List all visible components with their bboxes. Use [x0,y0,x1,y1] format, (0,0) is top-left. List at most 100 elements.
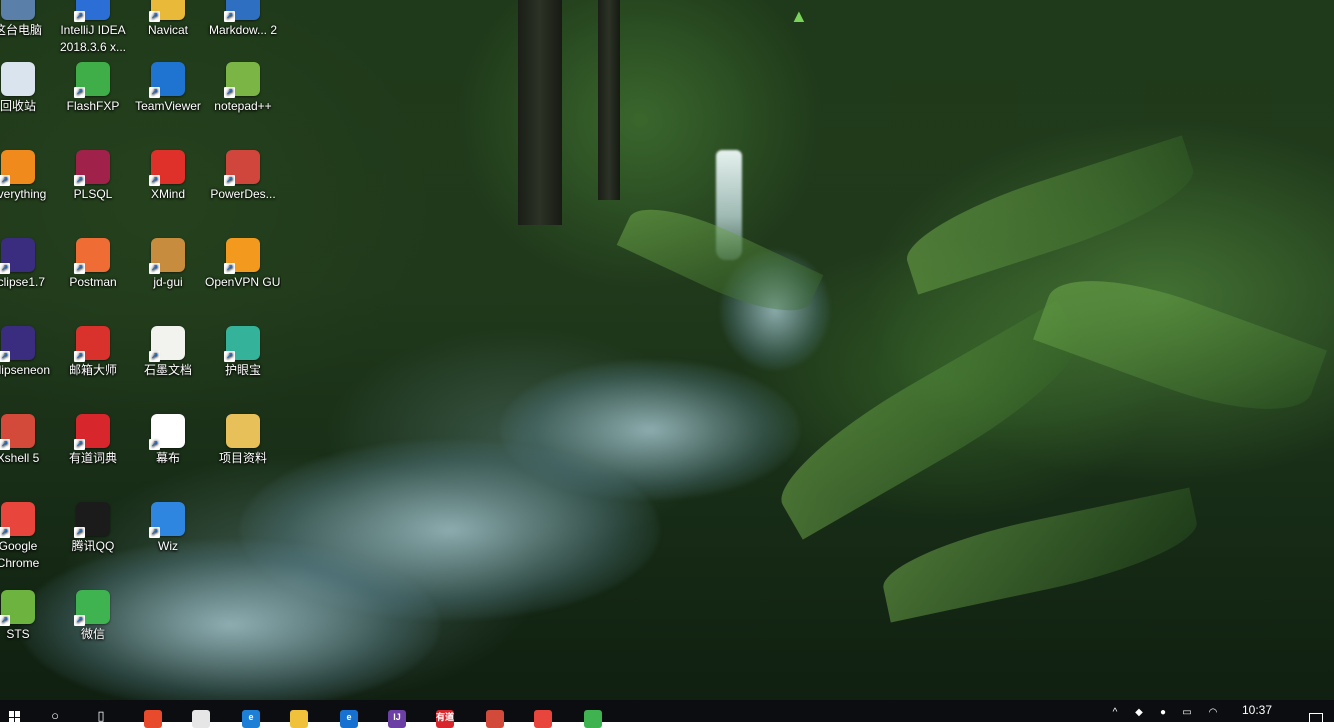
dropbox-icon[interactable]: ◆ [1130,700,1148,722]
action-center-icon[interactable] [1306,700,1326,722]
shortcut-arrow-icon: ↗ [0,175,10,186]
start-button[interactable] [2,702,28,723]
desktop-shortcut[interactable]: ↗ notepad++ [205,62,281,115]
desktop-shortcut[interactable]: ↗ 有道词典 [55,414,131,467]
edge-icon: e [340,710,358,728]
shortcut-arrow-icon: ↗ [74,527,85,538]
desktop-shortcut[interactable]: ↗ Xshell 5 [0,414,56,467]
everything-icon: ↗ [0,150,35,186]
taskbar-app-button[interactable]: ▯ [88,702,114,722]
wechat-icon [584,710,602,728]
desktop-shortcut-label: IntelliJ IDEA 2018.3.6 x... [59,23,127,54]
desktop-shortcut[interactable]: ↗ PowerDes... [205,150,281,203]
desktop-shortcut[interactable]: ↗ 腾讯QQ [55,502,131,555]
desktop-shortcut-label: 微信 [80,627,105,641]
taskbar-app-button[interactable] [140,702,166,728]
shortcut-arrow-icon: ↗ [149,351,160,362]
taskbar-app-button[interactable] [482,702,508,728]
chevron-up-icon[interactable]: ^ [1106,700,1124,722]
shortcut-arrow-icon: ↗ [149,263,160,274]
desktop-shortcut[interactable]: ↗ 护眼宝 [205,326,281,379]
shortcut-arrow-icon: ↗ [0,263,10,274]
taskbar: ○ ▯ e e IJ 有道 ^ ◆ ● ▭ ◠ 10:37 [0,700,1334,728]
taskbar-app-button[interactable]: e [238,702,264,728]
desktop-shortcut-label: Xshell 5 [0,451,40,465]
taskbar-app-button[interactable]: e [336,702,362,728]
task-view-icon: ▯ [97,708,105,723]
desktop-shortcut[interactable]: ↗ IntelliJ IDEA 2018.3.6 x... [55,0,131,56]
desktop-shortcut[interactable]: ↗ PLSQL [55,150,131,203]
desktop-shortcut[interactable]: ↗ 幕布 [130,414,206,467]
desktop-shortcut[interactable]: ↗ 微信 [55,590,131,643]
store-icon [144,710,162,728]
intellij-idea-icon: IJ [388,710,406,728]
wechat-tray-icon[interactable]: ● [1154,700,1172,722]
desktop-shortcut[interactable]: ↗ Google Chrome [0,502,56,572]
this-pc-icon [1,0,35,20]
chrome-icon [534,710,552,728]
desktop-shortcut[interactable]: ↗ STS [0,590,56,643]
wiz-icon: ↗ [149,502,185,538]
taskbar-clock[interactable]: 10:37 [1230,703,1284,717]
mail-icon [192,710,210,728]
desktop-shortcut[interactable]: ↗eclipse1.7 [0,238,56,291]
shortcut-arrow-icon: ↗ [74,615,85,626]
xmind-icon: ↗ [149,150,185,186]
desktop-shortcut[interactable]: 这台电脑 [0,0,56,39]
desktop-shortcut[interactable]: ↗eclipseneon [0,326,56,379]
shortcut-arrow-icon: ↗ [149,87,160,98]
shimo-docs-icon: ↗ [149,326,185,362]
desktop-shortcut-label: 护眼宝 [224,363,261,377]
taskbar-app-button[interactable]: IJ [384,702,410,728]
xshell-icon: ↗ [0,414,35,450]
desktop-shortcut-label: Markdow... 2 [208,23,278,37]
jd-gui-icon: ↗ [149,238,185,274]
desktop-shortcut[interactable]: ↗ Postman [55,238,131,291]
recycle-bin-icon [1,62,35,96]
desktop-shortcut[interactable]: ↗ OpenVPN GUI [205,238,281,291]
wifi-icon[interactable]: ◠ [1204,700,1222,722]
desktop-shortcut[interactable]: ↗Everything [0,150,56,203]
desktop-shortcut-label: jd-gui [153,275,183,289]
taskbar-app-button[interactable] [188,702,214,728]
shortcut-arrow-icon: ↗ [74,87,85,98]
shortcut-arrow-icon: ↗ [74,175,85,186]
desktop-shortcut-label: 项目资料 [218,451,267,465]
taskbar-app-button[interactable]: ○ [42,702,68,722]
desktop-shortcut[interactable]: ↗ FlashFXP [55,62,131,115]
desktop-shortcut-label: STS [6,627,30,641]
shortcut-arrow-icon: ↗ [224,87,235,98]
desktop-shortcut[interactable]: ↗ Wiz [130,502,206,555]
shortcut-arrow-icon: ↗ [149,439,160,450]
desktop-shortcut[interactable]: ↗ Navicat [130,0,206,39]
desktop-shortcut[interactable]: 回收站 [0,62,56,115]
shortcut-arrow-icon: ↗ [224,11,235,22]
desktop-shortcut-label: 石墨文档 [143,363,192,377]
windows-logo-icon [9,711,21,723]
shortcut-arrow-icon: ↗ [74,263,85,274]
mubu-icon: ↗ [149,414,185,450]
powerdesigner-icon: ↗ [224,150,260,186]
taskbar-app-button[interactable] [286,702,312,728]
shortcut-arrow-icon: ↗ [74,11,85,22]
taskbar-app-button[interactable] [530,702,556,728]
taskbar-app-button[interactable]: 有道 [432,702,458,728]
teamviewer-icon: ↗ [149,62,185,98]
desktop-shortcut[interactable]: ↗ 石墨文档 [130,326,206,379]
shortcut-arrow-icon: ↗ [149,527,160,538]
eclipse-neon-icon: ↗ [0,326,35,362]
taskbar-app-button[interactable] [580,702,606,728]
desktop-shortcut-label: 邮箱大师 [68,363,117,377]
network-device-icon[interactable]: ▭ [1178,700,1196,722]
git-tool-icon [486,710,504,728]
desktop-shortcut[interactable]: ↗ jd-gui [130,238,206,291]
desktop-shortcut[interactable]: ↗ XMind [130,150,206,203]
desktop-shortcut[interactable]: ↗ TeamViewer [130,62,206,115]
desktop-shortcut-label: Everything [0,187,47,201]
desktop-shortcut[interactable]: ↗ 邮箱大师 [55,326,131,379]
desktop-shortcut[interactable]: 项目资料 [205,414,281,467]
markdownpad-icon: ↗ [224,0,260,22]
flashfxp-icon: ↗ [74,62,110,98]
desktop-shortcut-label: 回收站 [0,99,36,113]
desktop-shortcut[interactable]: ↗ Markdow... 2 [205,0,281,39]
